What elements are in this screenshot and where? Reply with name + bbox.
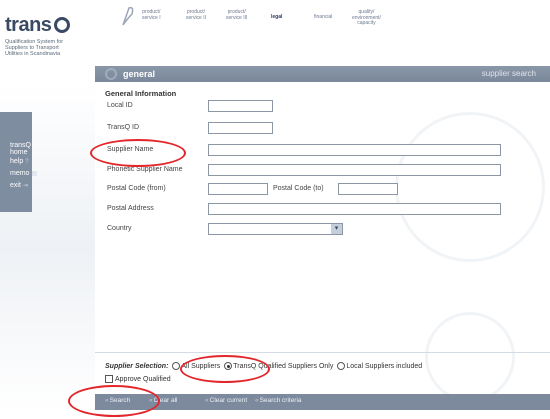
radio-label-local-included: Local Suppliers included [346,362,423,370]
swirl-icon [105,68,117,80]
supplier-selection: Supplier Selection: All Suppliers TransQ… [105,362,422,370]
search-criteria-button[interactable]: «Search criteria [255,397,302,404]
help-icon: ? [25,159,29,165]
sidebar-item-help[interactable]: help ? [10,158,40,166]
tab-supplier-search[interactable]: supplier search [482,69,536,78]
supplier-name-label: Supplier Name [107,146,154,153]
local-id-input[interactable] [208,100,273,112]
chevron-down-icon: ▾ [331,224,342,234]
supplier-selection-label: Supplier Selection: [105,362,169,370]
clear-current-button-label: Clear current [209,397,248,404]
exit-icon: ⇥ [22,183,28,189]
postal-to-input[interactable] [338,183,398,195]
nav-product-service-1[interactable]: product/ service I [142,9,161,21]
section-title: General Information [105,89,177,98]
local-id-label: Local ID [107,102,133,109]
radio-label-transq-qualified: TransQ Qualified Suppliers Only [233,362,334,370]
sidebar-item-label: transQ home [10,142,32,156]
button-bar: «Search «Clear all «Clear current «Searc… [95,394,550,410]
watermark-icon [395,112,545,262]
watermark-icon [425,312,515,402]
approve-qualified-row: Approve Qualified [105,375,171,383]
nav-financial[interactable]: financial [314,14,332,21]
postal-from-label: Postal Code (from) [107,185,166,192]
sidebar-item-memo[interactable]: memo ▤ [10,170,40,178]
sidebar-item-label: memo [10,170,30,177]
sidebar-item-label: help [10,158,24,165]
divider [95,352,550,353]
memo-icon: ▤ [31,171,38,177]
transq-id-label: TransQ ID [107,124,140,131]
chevron-left-icon: « [255,397,259,404]
logo-tagline: Qualification System for Suppliers to Tr… [5,39,64,58]
nav-product-service-3[interactable]: product/ service III [226,9,247,21]
sidebar-item-exit[interactable]: exit ⇥ [10,182,40,190]
transq-id-input[interactable] [208,122,273,134]
sidebar: transQ home help ? memo ▤ exit ⇥ [0,112,37,212]
radio-all-suppliers[interactable] [172,362,181,370]
country-label: Country [107,225,132,232]
postal-to-label: Postal Code (to) [273,185,324,192]
radio-label-all-suppliers: All Suppliers [181,362,221,370]
radio-transq-qualified[interactable] [224,362,233,370]
chevron-left-icon: « [105,397,109,404]
section-tab-bar: general supplier search [95,66,550,82]
chevron-left-icon: « [149,397,153,404]
sidebar-item-home[interactable]: transQ home [10,135,40,156]
postal-address-input[interactable] [208,203,501,215]
tab-general[interactable]: general [123,69,155,79]
phonetic-name-input[interactable] [208,164,501,176]
search-button[interactable]: «Search [105,397,130,404]
nav-product-service-2[interactable]: product/ service II [186,9,206,21]
approve-qualified-label: Approve Qualified [115,375,171,383]
country-select[interactable]: ▾ [208,223,343,235]
clear-all-button-label: Clear all [153,397,178,404]
transq-logo[interactable]: trans Qualification System for Suppliers… [5,14,100,62]
search-form: General Information Local ID TransQ ID S… [95,82,550,402]
clear-current-button[interactable]: «Clear current [205,397,247,404]
radio-local-included[interactable] [337,362,346,370]
supplier-name-input[interactable] [208,144,501,156]
q-logo-icon [54,17,71,33]
sidebar-item-label: exit [10,182,21,189]
approve-qualified-checkbox[interactable] [105,375,113,383]
nav-legal[interactable]: legal [271,14,282,21]
header-bar: trans Qualification System for Suppliers… [0,0,550,62]
postal-address-label: Postal Address [107,205,154,212]
search-button-label: Search [109,397,131,404]
clear-all-button[interactable]: «Clear all [149,397,177,404]
search-criteria-button-label: Search criteria [259,397,302,404]
phonetic-name-label: Phonetic Supplier Name [107,166,183,173]
feather-icon [122,6,134,26]
postal-from-input[interactable] [208,183,268,195]
logo-word: trans [5,14,52,36]
nav-quality-environment-capacity[interactable]: quality/ environment/ capacity [352,9,381,27]
chevron-left-icon: « [205,397,209,404]
